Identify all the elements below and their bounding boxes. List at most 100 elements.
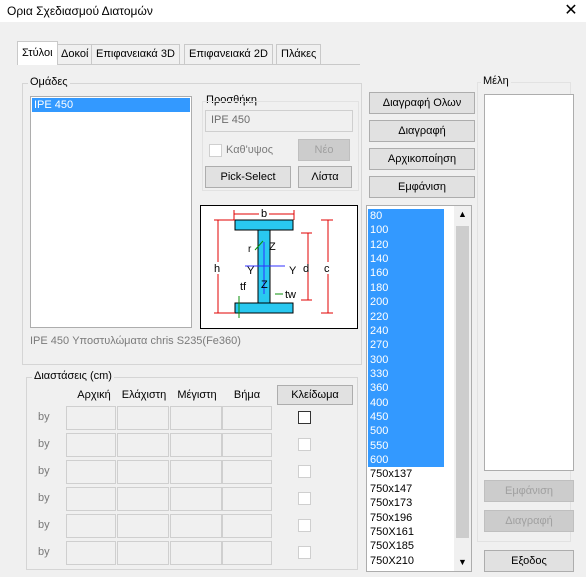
size-list-item[interactable]: 750X161 bbox=[368, 525, 444, 539]
tf-label: tf bbox=[240, 281, 247, 293]
lock-checkbox[interactable] bbox=[298, 465, 311, 478]
dimension-cell[interactable] bbox=[66, 514, 116, 538]
size-list-item[interactable]: 400 bbox=[368, 395, 444, 411]
dimension-cell[interactable] bbox=[222, 487, 272, 511]
row-label-by: by bbox=[38, 546, 50, 558]
dimensions-label: Διαστάσεις (cm) bbox=[32, 370, 114, 382]
pick-select-button[interactable]: Pick-Select bbox=[205, 166, 291, 188]
members-delete-button[interactable]: Διαγραφή bbox=[484, 510, 574, 532]
size-list-item[interactable]: 220 bbox=[368, 309, 444, 324]
dimension-cell[interactable] bbox=[170, 460, 222, 484]
ipe-section-drawing: b h d c Z Y Y r tf Z tw bbox=[212, 208, 333, 318]
size-list-item[interactable]: 200 bbox=[368, 295, 444, 310]
dimension-cell[interactable] bbox=[170, 514, 222, 538]
dimension-cell[interactable] bbox=[117, 541, 169, 565]
dimension-cell[interactable] bbox=[170, 541, 222, 565]
tab-strip-line bbox=[20, 64, 360, 84]
row-label-by: by bbox=[38, 438, 50, 450]
close-icon[interactable]: ✕ bbox=[562, 0, 580, 22]
dimension-cell[interactable] bbox=[117, 433, 169, 457]
size-list-item[interactable]: 750x147 bbox=[368, 482, 444, 496]
bottom-flange bbox=[234, 302, 294, 314]
scroll-down-icon[interactable]: ▼ bbox=[454, 554, 471, 571]
lock-checkbox[interactable] bbox=[298, 411, 311, 424]
size-list-item[interactable]: 240 bbox=[368, 323, 444, 339]
size-list-item[interactable]: 330 bbox=[368, 366, 444, 382]
lock-checkbox[interactable] bbox=[298, 519, 311, 532]
header-min: Ελάχιστη bbox=[121, 389, 167, 401]
dimension-cell[interactable] bbox=[66, 487, 116, 511]
dimension-cell[interactable] bbox=[117, 514, 169, 538]
lock-checkbox[interactable] bbox=[298, 492, 311, 505]
size-list-item[interactable]: 750x173 bbox=[368, 496, 444, 510]
size-list-item[interactable]: 360 bbox=[368, 381, 444, 396]
vertical-checkbox[interactable] bbox=[209, 144, 222, 157]
members-show-button[interactable]: Εμφάνιση bbox=[484, 480, 574, 502]
dimension-cell[interactable] bbox=[117, 406, 169, 430]
sizes-list[interactable]: 80 100 120 140 160 180 200 220 240 270 300 330 360 40… bbox=[366, 205, 472, 572]
header-max: Μέγιστη bbox=[177, 389, 217, 401]
dimension-cell[interactable] bbox=[66, 460, 116, 484]
tab-surfaces-2d[interactable]: Επιφανειακά 2D bbox=[184, 44, 273, 64]
size-list-item[interactable]: 750x137 bbox=[368, 467, 444, 481]
size-list-item[interactable]: 750X210 bbox=[368, 554, 444, 568]
show-button[interactable]: Εμφάνιση bbox=[369, 176, 475, 198]
size-list-item[interactable]: 550 bbox=[368, 438, 444, 454]
new-button[interactable]: Νέο bbox=[298, 139, 350, 161]
radius-label: r bbox=[248, 244, 252, 255]
size-list-item[interactable]: 750x196 bbox=[368, 511, 444, 525]
delete-button[interactable]: Διαγραφή bbox=[369, 120, 475, 142]
size-list-item[interactable]: 140 bbox=[368, 252, 444, 267]
size-list-item[interactable]: 500 bbox=[368, 424, 444, 439]
add-input[interactable]: IPE 450 bbox=[205, 110, 353, 132]
size-list-item[interactable]: 160 bbox=[368, 266, 444, 281]
size-list-item[interactable]: 80 bbox=[368, 209, 444, 224]
dimension-cell[interactable] bbox=[66, 433, 116, 457]
members-label: Μέλη bbox=[481, 75, 511, 87]
size-list-item[interactable]: 120 bbox=[368, 237, 444, 253]
dimension-cell[interactable] bbox=[117, 460, 169, 484]
size-list-item[interactable]: 600 bbox=[368, 453, 444, 468]
lock-checkbox[interactable] bbox=[298, 546, 311, 559]
dimension-cell[interactable] bbox=[222, 541, 272, 565]
dimension-cell[interactable] bbox=[222, 406, 272, 430]
tab-columns[interactable]: Στύλοι bbox=[17, 41, 58, 65]
tab-beams[interactable]: Δοκοί bbox=[56, 44, 94, 64]
dimension-cell[interactable] bbox=[170, 406, 222, 430]
vertical-label: Καθ'υψος bbox=[226, 144, 274, 156]
axis-z-label: Z bbox=[269, 241, 276, 253]
list-button[interactable]: Λίστα bbox=[298, 166, 352, 188]
dimension-cell[interactable] bbox=[170, 487, 222, 511]
dimension-cell[interactable] bbox=[66, 541, 116, 565]
dimension-cell[interactable] bbox=[222, 514, 272, 538]
dimension-cell[interactable] bbox=[222, 433, 272, 457]
dimension-cell[interactable] bbox=[66, 406, 116, 430]
exit-button[interactable]: Εξοδος bbox=[484, 550, 574, 572]
section-diagram: b h d c Z Y Y r tf Z tw bbox=[200, 205, 358, 329]
initialize-button[interactable]: Αρχικοποίηση bbox=[369, 148, 475, 170]
lock-checkbox[interactable] bbox=[298, 438, 311, 451]
size-list-item[interactable]: 450 bbox=[368, 410, 444, 425]
members-list[interactable] bbox=[484, 94, 574, 471]
size-list-item[interactable]: 270 bbox=[368, 338, 444, 353]
size-list-item[interactable]: 180 bbox=[368, 280, 444, 296]
size-list-item[interactable]: 100 bbox=[368, 223, 444, 238]
tab-surfaces-3d[interactable]: Επιφανειακά 3D bbox=[91, 44, 180, 64]
delete-all-button[interactable]: Διαγραφή Ολων bbox=[369, 92, 475, 114]
row-label-by: by bbox=[38, 465, 50, 477]
size-list-item[interactable]: 750X185 bbox=[368, 539, 444, 553]
groups-list[interactable]: IPE 450 bbox=[30, 96, 192, 328]
lock-button[interactable]: Κλείδωμα bbox=[277, 385, 353, 405]
scroll-thumb[interactable] bbox=[456, 226, 469, 538]
dimension-cell[interactable] bbox=[222, 460, 272, 484]
groups-label: Ομάδες bbox=[28, 76, 70, 88]
sizes-scrollbar[interactable]: ▲ ▼ bbox=[454, 206, 471, 571]
dim-b-label: b bbox=[261, 208, 267, 220]
size-list-item[interactable]: 300 bbox=[368, 352, 444, 367]
dim-d-label: d bbox=[303, 263, 309, 275]
scroll-up-icon[interactable]: ▲ bbox=[454, 206, 471, 223]
dimension-cell[interactable] bbox=[170, 433, 222, 457]
tab-slabs[interactable]: Πλάκες bbox=[276, 44, 322, 64]
dimension-cell[interactable] bbox=[117, 487, 169, 511]
groups-list-item[interactable]: IPE 450 bbox=[32, 98, 190, 112]
